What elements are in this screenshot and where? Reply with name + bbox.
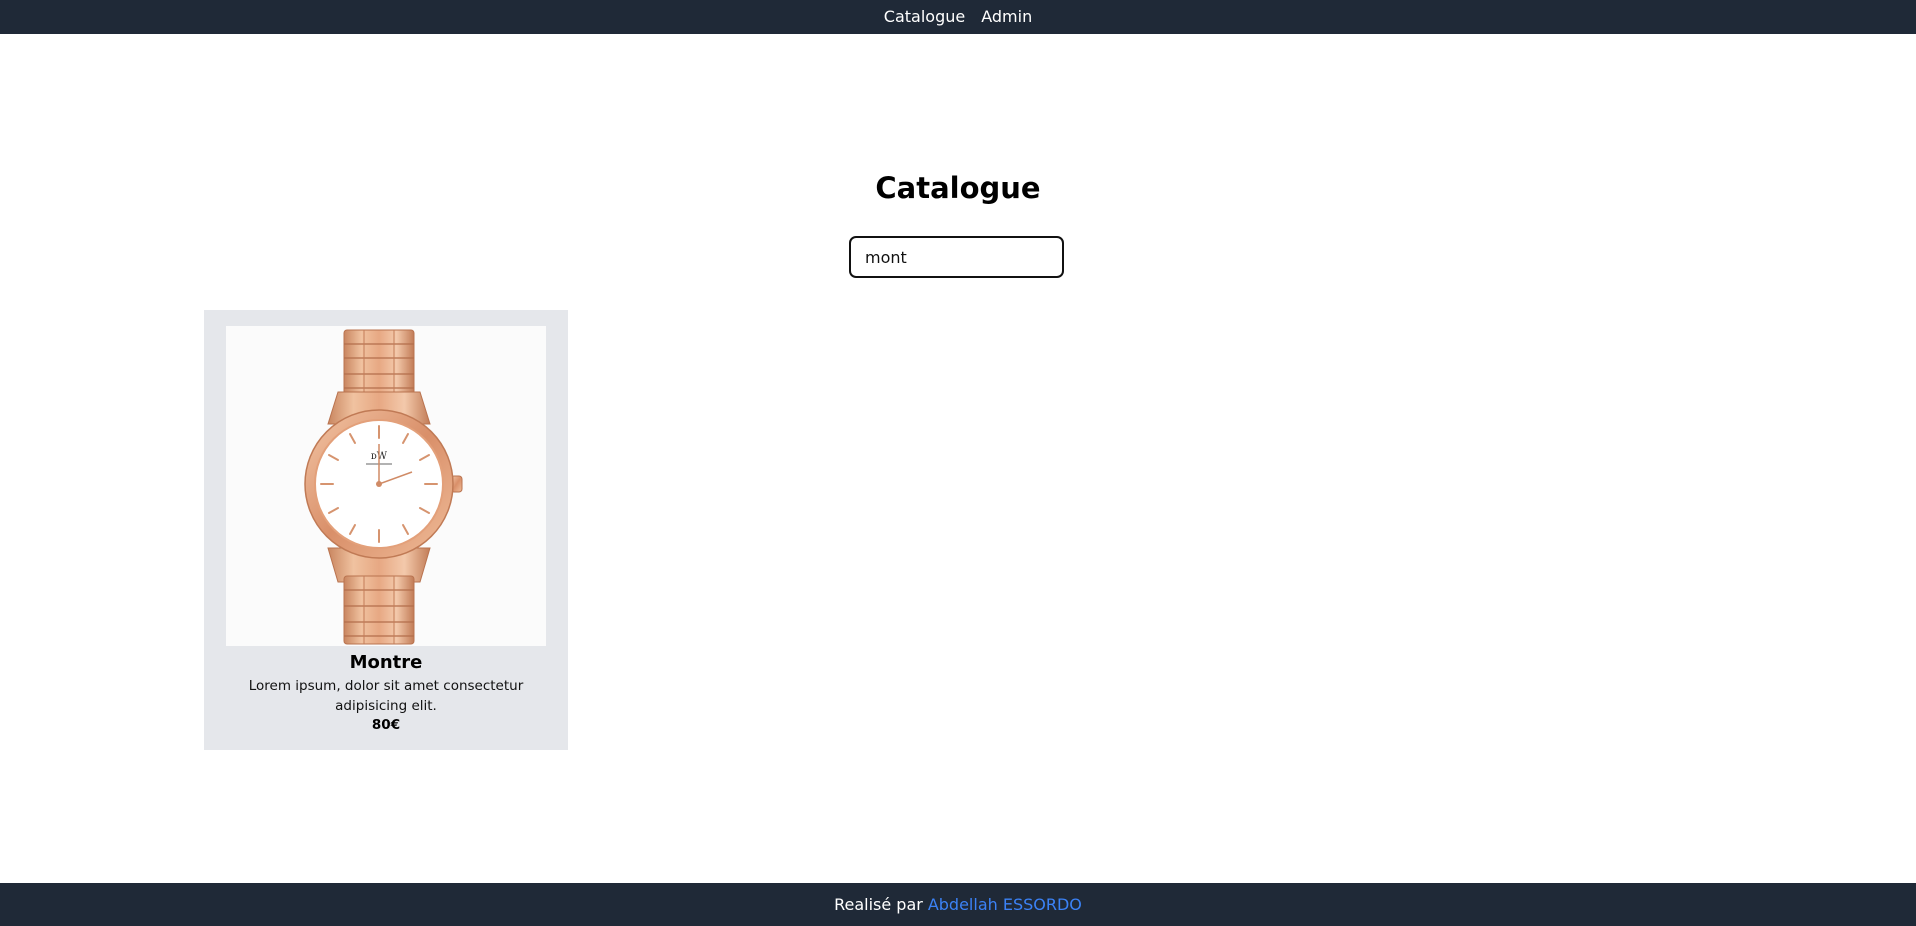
product-name: Montre: [349, 652, 423, 673]
search-container: [849, 236, 1064, 278]
watch-image: ᴅW: [304, 329, 463, 645]
page: Catalogue Admin Catalogue mont Montre Lo…: [0, 0, 1916, 926]
footer-author-link[interactable]: Abdellah ESSORDO: [928, 895, 1082, 914]
nav-link-catalogue[interactable]: Catalogue: [884, 7, 965, 27]
nav-link-admin[interactable]: Admin: [981, 7, 1032, 27]
footer-prefix: Realisé par: [834, 895, 923, 914]
top-navigation: Catalogue Admin: [0, 0, 1916, 34]
search-input[interactable]: [849, 236, 1064, 278]
product-image: ᴅW: [226, 326, 546, 646]
product-description: Lorem ipsum, dolor sit amet consectetur …: [248, 678, 524, 714]
product-card[interactable]: ᴅW Montre Lorem ipsum, dolor sit amet co…: [204, 310, 568, 750]
footer: Realisé par Abdellah ESSORDO: [0, 883, 1916, 926]
page-title: Catalogue: [875, 171, 1041, 205]
product-price: 80€: [371, 717, 401, 733]
